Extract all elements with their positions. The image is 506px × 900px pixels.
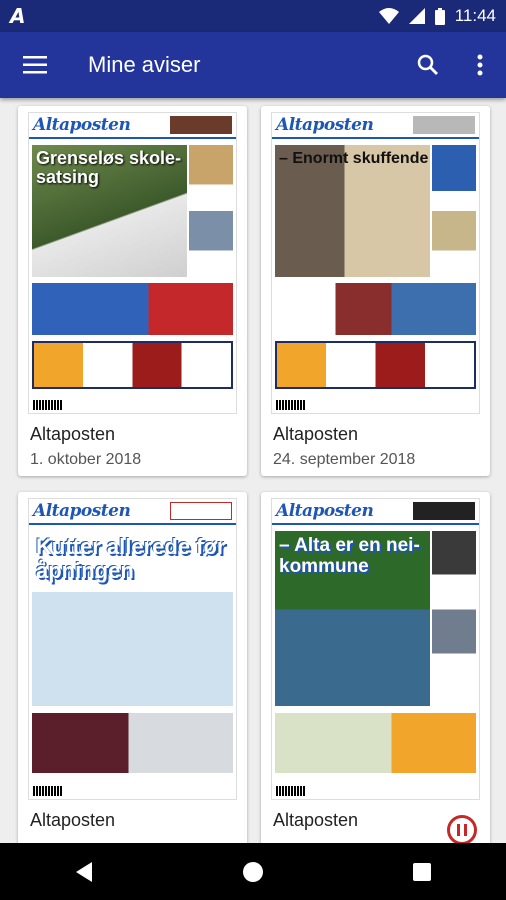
newspaper-logo: Altaposten <box>33 115 131 135</box>
wifi-icon <box>378 8 399 24</box>
battery-icon <box>434 7 445 25</box>
menu-button[interactable] <box>0 32 70 98</box>
newspaper-date: 1. oktober 2018 <box>30 451 142 468</box>
newspaper-name: Altaposten <box>30 424 116 444</box>
cover-headline: Kutter allerede før åpningen <box>36 534 226 583</box>
search-icon <box>417 54 438 75</box>
newspaper-cover[interactable]: Altaposten Grenseløs skole-satsing <box>18 106 247 414</box>
signal-icon <box>408 8 425 24</box>
page-title: Mine aviser <box>88 52 201 77</box>
newspaper-name: Altaposten <box>30 810 116 830</box>
recents-icon[interactable] <box>412 862 432 882</box>
cover-headline: – Enormt skuffende <box>279 150 429 167</box>
newspaper-logo: Altaposten <box>276 501 374 521</box>
cover-headline: – Alta er en nei-kommune <box>279 535 420 577</box>
newspaper-date <box>18 831 247 837</box>
search-button[interactable] <box>402 32 454 98</box>
newspaper-date: 24. september 2018 <box>273 451 416 468</box>
system-nav-bar <box>0 843 506 900</box>
overflow-menu-button[interactable] <box>454 32 506 98</box>
home-icon[interactable] <box>242 861 264 883</box>
newspaper-logo: Altaposten <box>276 115 374 135</box>
pause-download-button[interactable] <box>447 815 477 845</box>
newspaper-cover[interactable]: Altaposten – Alta er en nei-kommune <box>261 492 490 800</box>
newspaper-name: Altaposten <box>273 424 359 444</box>
newspaper-logo: Altaposten <box>33 501 131 521</box>
newspaper-card[interactable]: Altaposten Kutter allerede før åpningen … <box>18 492 247 843</box>
newspaper-card[interactable]: Altaposten – Alta er en nei-kommune Alta… <box>261 492 490 843</box>
app-bar: Mine aviser <box>0 32 506 98</box>
status-time: 11:44 <box>454 6 496 25</box>
cover-headline: Grenseløs skole-satsing <box>36 148 182 187</box>
newspaper-card[interactable]: Altaposten – Enormt skuffende Altaposten… <box>261 106 490 476</box>
menu-icon <box>23 56 47 74</box>
newspaper-grid: Altaposten Grenseløs skole-satsing Altap… <box>0 98 506 843</box>
newspaper-cover[interactable]: Altaposten – Enormt skuffende <box>261 106 490 414</box>
pause-icon <box>457 824 460 836</box>
carrier-logo: A <box>10 4 26 28</box>
back-icon[interactable] <box>74 861 94 883</box>
newspaper-cover[interactable]: Altaposten Kutter allerede før åpningen <box>18 492 247 800</box>
newspaper-card[interactable]: Altaposten Grenseløs skole-satsing Altap… <box>18 106 247 476</box>
status-bar: A 11:44 <box>0 0 506 32</box>
more-vert-icon <box>477 54 483 76</box>
